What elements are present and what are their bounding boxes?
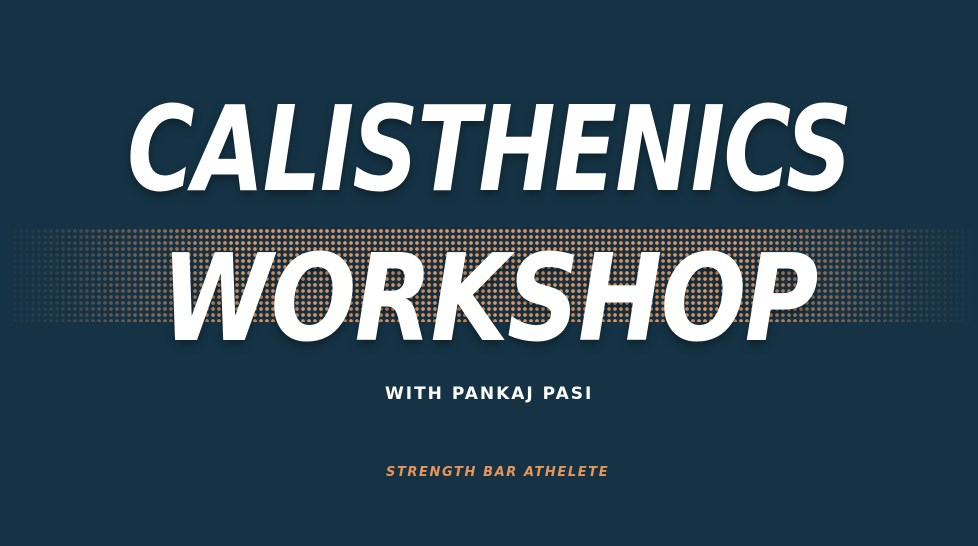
- tagline: STRENGTH BAR ATHELETE: [386, 465, 610, 480]
- title-line-1: CALISTHENICS: [127, 80, 852, 218]
- subtitle: WITH PANKAJ PASI: [385, 384, 594, 404]
- title-line-2: WORKSHOP: [161, 230, 818, 369]
- workshop-banner: CALISTHENICS WORKSHOP WITH PANKAJ PASI S…: [0, 0, 978, 546]
